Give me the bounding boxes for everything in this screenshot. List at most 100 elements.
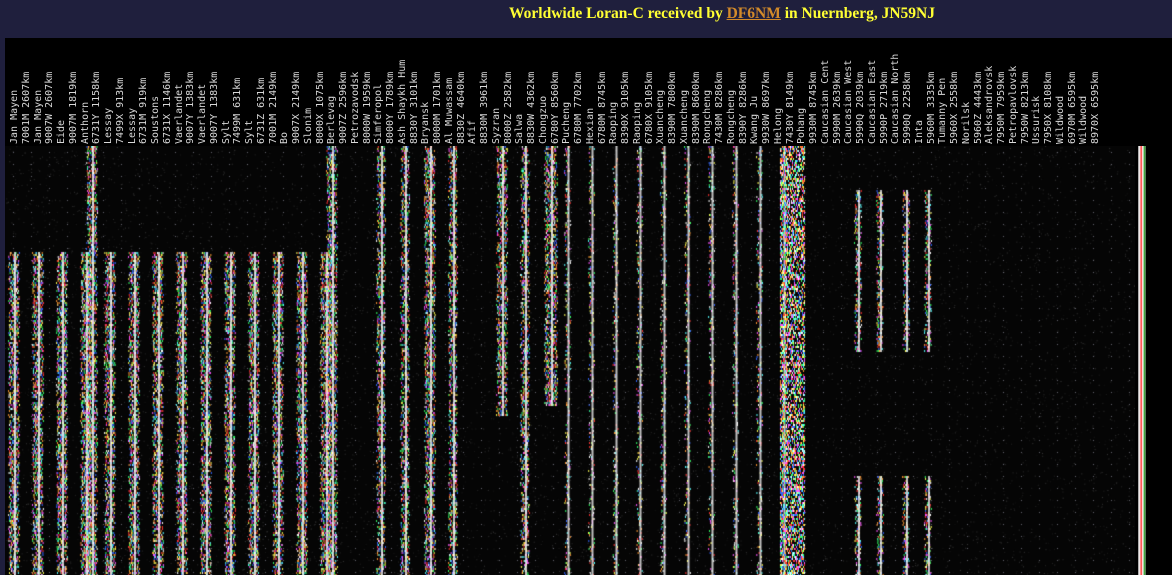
- station-label: Caucasian Cent: [819, 59, 831, 144]
- station-label: Norilsk: [960, 101, 972, 144]
- station-label: 6731X 1146km: [161, 71, 173, 144]
- title-suffix: in Nuernberg, JN59NJ: [780, 5, 935, 22]
- station-label: Caucasian North: [890, 53, 902, 144]
- station-label: 6731M 919km: [138, 77, 150, 144]
- station-label: Caucasian East: [866, 59, 878, 144]
- station-label: Xuancheng: [678, 89, 690, 144]
- station-label: Lessay: [126, 107, 138, 144]
- station-label: Inta: [913, 119, 925, 144]
- station-label: Berlevag: [326, 95, 338, 144]
- station-label: Anthorn: [79, 101, 91, 144]
- station-label: Pohang: [796, 107, 808, 144]
- station-label: 8390Y 8286km: [737, 71, 749, 144]
- station-label: 8000M 1701km: [432, 71, 443, 144]
- station-label: 6780M 8745km: [596, 71, 608, 144]
- waterfall-spectrogram: [5, 146, 1135, 575]
- station-label: Ash Shaykh Hum: [396, 59, 408, 144]
- station-label: 7499M 631km: [232, 77, 244, 144]
- station-label: Simferopol: [373, 83, 385, 144]
- station-label: 8000W 1959km: [361, 71, 373, 144]
- page-title: Worldwide Loran-C received by DF6NM in N…: [0, 5, 1172, 23]
- station-label: 5990Q 2039km: [855, 71, 866, 144]
- station-label: 9007Y 1383km: [208, 71, 220, 144]
- station-label: 8390M 7800km: [667, 71, 678, 144]
- station-label: 8830W 4362km: [526, 71, 537, 144]
- station-label: 8830Y 3101km: [408, 71, 420, 144]
- station-label: 8000Y 1789km: [385, 71, 396, 144]
- station-label: 6780Y 8560km: [549, 71, 561, 144]
- waterfall-panel: Jan Mayen 7001M 2607km Jan Mayen 9007W 2607…: [5, 38, 1135, 575]
- station-label: 5990P 2719km: [878, 71, 890, 144]
- station-label: Slonim: [302, 107, 314, 144]
- station-label: Vaerlandet: [197, 83, 208, 144]
- station-label: Vaerlandet: [173, 83, 185, 144]
- station-label: 5990Q 2258km: [902, 71, 913, 144]
- station-label: 6731Z 631km: [255, 77, 267, 144]
- station-label: 7430M 8286km: [714, 71, 725, 144]
- station-label: Jan Mayen: [9, 89, 20, 144]
- station-label: Wildwood: [1054, 95, 1066, 144]
- station-label: 9007W 2607km: [44, 71, 56, 144]
- station-label: Syzran: [490, 107, 502, 144]
- station-label: 7950M 7959km: [996, 71, 1007, 144]
- df6nm-link[interactable]: DF6NM: [727, 5, 781, 22]
- reference-trace: [1138, 146, 1146, 575]
- station-label: 9007Z 2596km: [338, 71, 349, 144]
- station-label: 9007Y 1383km: [185, 71, 197, 144]
- station-label: 8000X 1075km: [314, 71, 326, 144]
- station-label: Jan Mayen: [32, 89, 44, 144]
- station-label: 8970X 6595km: [1090, 71, 1101, 144]
- station-label: 6970M 6595km: [1066, 71, 1078, 144]
- station-label: Caucasian West: [843, 59, 855, 144]
- station-label: 5960M 3335km: [925, 71, 937, 144]
- station-label: 6780M 7702km: [573, 71, 584, 144]
- station-label: Pucheng: [561, 101, 573, 144]
- station-label: Petropavlovsk: [1007, 65, 1019, 144]
- station-label: Bo: [279, 131, 291, 144]
- station-label: Xuancheng: [655, 89, 667, 144]
- station-label: 5960Z 4443km: [972, 71, 984, 144]
- station-label: Bryansk: [420, 101, 432, 144]
- station-label: 8390X 9105km: [620, 71, 631, 144]
- station-label: Sylt: [244, 119, 255, 144]
- station-label: Eide: [56, 119, 67, 144]
- station-label: 8830M 3961km: [479, 71, 490, 144]
- station-labels: Jan Mayen 7001M 2607km Jan Mayen 9007W 2607…: [5, 38, 1135, 146]
- station-label: Helong: [772, 107, 784, 144]
- station-label: Aleksandrovsk: [984, 65, 996, 144]
- station-label: Raoping: [631, 101, 643, 144]
- station-label: 9930M 8745km: [808, 71, 819, 144]
- station-label: 7001M 2607km: [20, 71, 32, 144]
- station-label: 8390M 8600km: [690, 71, 702, 144]
- station-label: Sylt: [220, 119, 232, 144]
- station-label: Al Muwassam: [443, 77, 455, 144]
- title-prefix: Worldwide Loran-C received by: [509, 5, 727, 22]
- station-label: Afif: [467, 119, 479, 144]
- station-label: 7950X 8108km: [1043, 71, 1054, 144]
- station-label: Soustons: [150, 95, 161, 144]
- station-label: Hexian: [584, 107, 596, 144]
- station-label: Raoping: [608, 101, 620, 144]
- station-label: Tumanny Pen: [937, 77, 949, 144]
- station-label: Ussurisk: [1031, 95, 1043, 144]
- station-label: 8830Z 4640km: [455, 71, 467, 144]
- station-label: 6731Y 1158km: [91, 71, 103, 144]
- station-label: Salwa: [514, 113, 526, 144]
- station-label: Kwang Ju: [749, 95, 761, 144]
- station-label: 5990M 2639km: [831, 71, 843, 144]
- station-label: Rongcheng: [702, 89, 714, 144]
- station-label: 7950W 8213km: [1019, 71, 1031, 144]
- station-label: 9007X 2149km: [291, 71, 302, 144]
- station-label: 5960X 2558km: [949, 71, 960, 144]
- station-label: 7001M 2149km: [267, 71, 279, 144]
- station-label: Petrozavodsk: [349, 71, 361, 144]
- station-label: 7499X 913km: [114, 77, 126, 144]
- station-label: 8000Z 2582km: [502, 71, 514, 144]
- station-label: Chongzuo: [537, 95, 549, 144]
- station-label: 7430Y 8149km: [784, 71, 796, 144]
- station-label: Wildwood: [1078, 95, 1090, 144]
- station-label: 6780X 9105km: [643, 71, 655, 144]
- station-label: 9930W 8697km: [761, 71, 772, 144]
- station-label: Rongcheng: [725, 89, 737, 144]
- station-label: Lessay: [103, 107, 114, 144]
